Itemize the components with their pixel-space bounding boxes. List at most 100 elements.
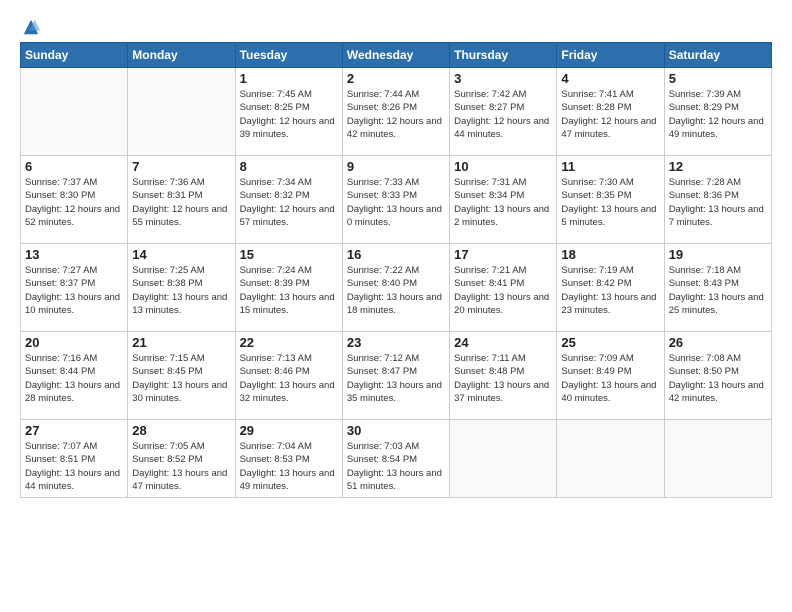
day-number: 8	[240, 159, 338, 174]
day-number: 24	[454, 335, 552, 350]
day-info: Sunrise: 7:44 AM Sunset: 8:26 PM Dayligh…	[347, 88, 445, 141]
day-number: 2	[347, 71, 445, 86]
calendar-cell: 1Sunrise: 7:45 AM Sunset: 8:25 PM Daylig…	[235, 68, 342, 156]
calendar-cell: 26 Sunrise: 7:08 AM Sunset: 8:50 PM Dayli…	[664, 332, 771, 420]
calendar-cell: 2 Sunrise: 7:44 AM Sunset: 8:26 PM Daylig…	[342, 68, 449, 156]
day-number: 6	[25, 159, 123, 174]
day-info: Sunrise: 7:22 AM Sunset: 8:40 PM Dayligh…	[347, 264, 445, 317]
calendar-cell: 4 Sunrise: 7:41 AM Sunset: 8:28 PM Daylig…	[557, 68, 664, 156]
col-friday: Friday	[557, 43, 664, 68]
day-info: Sunrise: 7:37 AM Sunset: 8:30 PM Dayligh…	[25, 176, 123, 229]
col-thursday: Thursday	[450, 43, 557, 68]
day-info: Sunrise: 7:24 AM Sunset: 8:39 PM Dayligh…	[240, 264, 338, 317]
day-info: Sunrise: 7:25 AM Sunset: 8:38 PM Dayligh…	[132, 264, 230, 317]
day-number: 4	[561, 71, 659, 86]
day-number: 7	[132, 159, 230, 174]
col-tuesday: Tuesday	[235, 43, 342, 68]
calendar-cell	[450, 420, 557, 498]
col-wednesday: Wednesday	[342, 43, 449, 68]
day-number: 16	[347, 247, 445, 262]
day-number: 5	[669, 71, 767, 86]
day-info: Sunrise: 7:16 AM Sunset: 8:44 PM Dayligh…	[25, 352, 123, 405]
calendar: Sunday Monday Tuesday Wednesday Thursday…	[20, 42, 772, 498]
day-number: 20	[25, 335, 123, 350]
calendar-cell: 22 Sunrise: 7:13 AM Sunset: 8:46 PM Dayli…	[235, 332, 342, 420]
calendar-cell: 7 Sunrise: 7:36 AM Sunset: 8:31 PM Daylig…	[128, 156, 235, 244]
day-info: Sunrise: 7:03 AM Sunset: 8:54 PM Dayligh…	[347, 440, 445, 493]
day-number: 29	[240, 423, 338, 438]
day-info: Sunrise: 7:39 AM Sunset: 8:29 PM Dayligh…	[669, 88, 767, 141]
day-number: 19	[669, 247, 767, 262]
logo	[20, 18, 40, 32]
day-info: Sunrise: 7:36 AM Sunset: 8:31 PM Dayligh…	[132, 176, 230, 229]
page: Sunday Monday Tuesday Wednesday Thursday…	[0, 0, 792, 612]
day-info: Sunrise: 7:09 AM Sunset: 8:49 PM Dayligh…	[561, 352, 659, 405]
calendar-cell: 30 Sunrise: 7:03 AM Sunset: 8:54 PM Dayli…	[342, 420, 449, 498]
day-number: 11	[561, 159, 659, 174]
day-info: Sunrise: 7:21 AM Sunset: 8:41 PM Dayligh…	[454, 264, 552, 317]
calendar-cell: 10 Sunrise: 7:31 AM Sunset: 8:34 PM Dayli…	[450, 156, 557, 244]
calendar-cell: 19Sunrise: 7:18 AM Sunset: 8:43 PM Dayli…	[664, 244, 771, 332]
day-number: 10	[454, 159, 552, 174]
day-number: 28	[132, 423, 230, 438]
day-number: 21	[132, 335, 230, 350]
calendar-cell: 17 Sunrise: 7:21 AM Sunset: 8:41 PM Dayli…	[450, 244, 557, 332]
day-info: Sunrise: 7:08 AM Sunset: 8:50 PM Dayligh…	[669, 352, 767, 405]
calendar-cell: 16 Sunrise: 7:22 AM Sunset: 8:40 PM Dayli…	[342, 244, 449, 332]
day-info: Sunrise: 7:34 AM Sunset: 8:32 PM Dayligh…	[240, 176, 338, 229]
calendar-cell	[664, 420, 771, 498]
day-number: 30	[347, 423, 445, 438]
calendar-header-row: Sunday Monday Tuesday Wednesday Thursday…	[21, 43, 772, 68]
calendar-cell: 8 Sunrise: 7:34 AM Sunset: 8:32 PM Daylig…	[235, 156, 342, 244]
calendar-cell: 20 Sunrise: 7:16 AM Sunset: 8:44 PM Dayli…	[21, 332, 128, 420]
calendar-cell: 25 Sunrise: 7:09 AM Sunset: 8:49 PM Dayli…	[557, 332, 664, 420]
day-number: 3	[454, 71, 552, 86]
calendar-cell: 23 Sunrise: 7:12 AM Sunset: 8:47 PM Dayli…	[342, 332, 449, 420]
calendar-cell: 18 Sunrise: 7:19 AM Sunset: 8:42 PM Dayli…	[557, 244, 664, 332]
day-number: 14	[132, 247, 230, 262]
day-info: Sunrise: 7:41 AM Sunset: 8:28 PM Dayligh…	[561, 88, 659, 141]
day-info: Sunrise: 7:27 AM Sunset: 8:37 PM Dayligh…	[25, 264, 123, 317]
calendar-cell	[21, 68, 128, 156]
day-info: Sunrise: 7:07 AM Sunset: 8:51 PM Dayligh…	[25, 440, 123, 493]
calendar-cell	[128, 68, 235, 156]
calendar-cell: 12 Sunrise: 7:28 AM Sunset: 8:36 PM Dayli…	[664, 156, 771, 244]
day-info: Sunrise: 7:19 AM Sunset: 8:42 PM Dayligh…	[561, 264, 659, 317]
calendar-cell: 14 Sunrise: 7:25 AM Sunset: 8:38 PM Dayli…	[128, 244, 235, 332]
calendar-cell: 6 Sunrise: 7:37 AM Sunset: 8:30 PM Daylig…	[21, 156, 128, 244]
calendar-cell: 27 Sunrise: 7:07 AM Sunset: 8:51 PM Dayli…	[21, 420, 128, 498]
day-number: 15	[240, 247, 338, 262]
day-number: 23	[347, 335, 445, 350]
day-number: 13	[25, 247, 123, 262]
calendar-cell: 13 Sunrise: 7:27 AM Sunset: 8:37 PM Dayli…	[21, 244, 128, 332]
day-info: Sunrise: 7:28 AM Sunset: 8:36 PM Dayligh…	[669, 176, 767, 229]
day-number: 17	[454, 247, 552, 262]
calendar-cell: 9 Sunrise: 7:33 AM Sunset: 8:33 PM Daylig…	[342, 156, 449, 244]
day-info: Sunrise: 7:04 AM Sunset: 8:53 PM Dayligh…	[240, 440, 338, 493]
calendar-cell: 5 Sunrise: 7:39 AM Sunset: 8:29 PM Daylig…	[664, 68, 771, 156]
day-info: Sunrise: 7:45 AM Sunset: 8:25 PM Dayligh…	[240, 88, 338, 141]
day-info: Sunrise: 7:42 AM Sunset: 8:27 PM Dayligh…	[454, 88, 552, 141]
day-info: Sunrise: 7:11 AM Sunset: 8:48 PM Dayligh…	[454, 352, 552, 405]
day-info: Sunrise: 7:31 AM Sunset: 8:34 PM Dayligh…	[454, 176, 552, 229]
calendar-cell	[557, 420, 664, 498]
day-number: 26	[669, 335, 767, 350]
day-number: 22	[240, 335, 338, 350]
logo-icon	[22, 18, 40, 36]
day-number: 9	[347, 159, 445, 174]
day-info: Sunrise: 7:13 AM Sunset: 8:46 PM Dayligh…	[240, 352, 338, 405]
day-info: Sunrise: 7:30 AM Sunset: 8:35 PM Dayligh…	[561, 176, 659, 229]
day-number: 18	[561, 247, 659, 262]
day-number: 12	[669, 159, 767, 174]
calendar-cell: 29 Sunrise: 7:04 AM Sunset: 8:53 PM Dayli…	[235, 420, 342, 498]
day-number: 27	[25, 423, 123, 438]
calendar-cell: 15 Sunrise: 7:24 AM Sunset: 8:39 PM Dayli…	[235, 244, 342, 332]
calendar-cell: 21Sunrise: 7:15 AM Sunset: 8:45 PM Dayli…	[128, 332, 235, 420]
col-monday: Monday	[128, 43, 235, 68]
col-sunday: Sunday	[21, 43, 128, 68]
day-info: Sunrise: 7:12 AM Sunset: 8:47 PM Dayligh…	[347, 352, 445, 405]
calendar-cell: 3 Sunrise: 7:42 AM Sunset: 8:27 PM Daylig…	[450, 68, 557, 156]
header	[20, 18, 772, 32]
day-number: 25	[561, 335, 659, 350]
day-info: Sunrise: 7:33 AM Sunset: 8:33 PM Dayligh…	[347, 176, 445, 229]
